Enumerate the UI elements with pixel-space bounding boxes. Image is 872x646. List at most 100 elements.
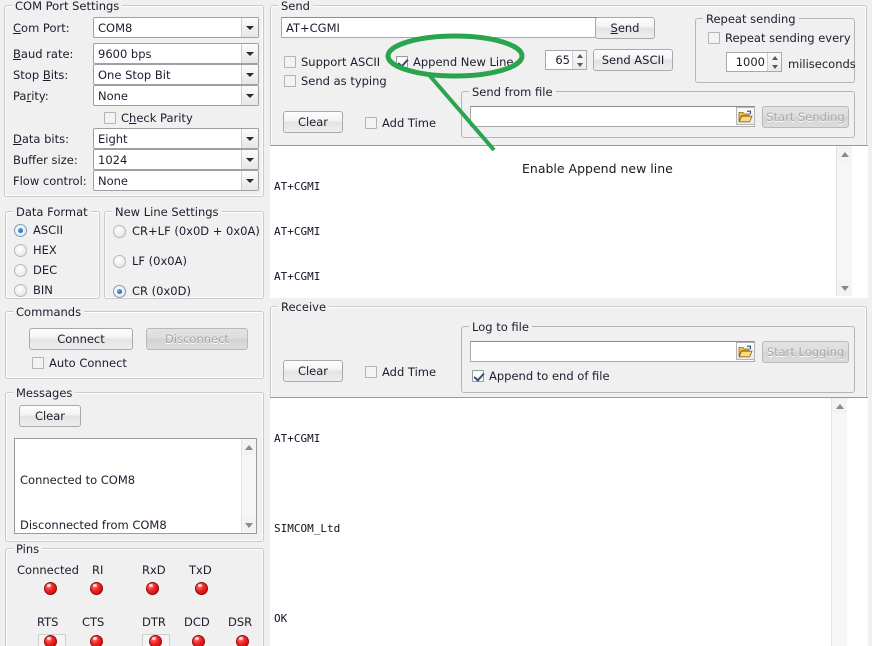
spinner-up-icon[interactable] bbox=[573, 51, 586, 60]
pin-label-dsr: DSR bbox=[228, 615, 252, 629]
send-log-line-2: AT+CGMI bbox=[274, 269, 868, 284]
receive-add-time-checkbox[interactable]: Add Time bbox=[365, 365, 436, 379]
scroll-up-icon[interactable] bbox=[832, 398, 847, 414]
disconnect-button-label: Disconnect bbox=[165, 332, 229, 346]
repeat-sending-checkbox[interactable]: Repeat sending every bbox=[708, 31, 851, 45]
auto-connect-checkbox[interactable]: Auto Connect bbox=[32, 356, 127, 370]
receive-clear-button[interactable]: Clear bbox=[283, 360, 343, 382]
repeat-interval-spinner[interactable]: 1000 bbox=[726, 52, 782, 72]
radio-bin[interactable]: BIN bbox=[14, 283, 53, 297]
chevron-down-icon[interactable] bbox=[241, 44, 258, 63]
data-bits-combobox[interactable]: Eight bbox=[93, 128, 259, 149]
receive-log-line-1 bbox=[274, 476, 868, 491]
buffer-size-combobox[interactable]: 1024 bbox=[93, 149, 259, 170]
chevron-down-icon[interactable] bbox=[241, 129, 258, 148]
baud-rate-combobox[interactable]: 9600 bps bbox=[93, 43, 259, 64]
com-port-label: Com Port: bbox=[13, 21, 70, 35]
messages-clear-button[interactable]: Clear bbox=[19, 405, 81, 427]
checkbox-box bbox=[365, 366, 377, 378]
buffer-size-value: 1024 bbox=[98, 153, 241, 167]
radio-lf[interactable]: LF (0x0A) bbox=[113, 254, 187, 268]
send-log-scrollbar[interactable] bbox=[836, 146, 852, 296]
spinner-buttons[interactable] bbox=[767, 53, 781, 71]
pin-led-cts bbox=[90, 635, 103, 646]
messages-scrollbar[interactable] bbox=[241, 439, 256, 533]
spinner-down-icon[interactable] bbox=[768, 62, 781, 71]
flow-control-value: None bbox=[98, 174, 241, 188]
new-line-settings-legend: New Line Settings bbox=[112, 205, 222, 219]
radio-cr[interactable]: CR (0x0D) bbox=[113, 284, 191, 298]
chevron-down-icon[interactable] bbox=[241, 86, 258, 105]
pin-label-rts: RTS bbox=[37, 615, 58, 629]
radio-ascii[interactable]: ASCII bbox=[14, 223, 63, 237]
folder-open-icon[interactable] bbox=[736, 342, 755, 360]
repeat-sending-legend: Repeat sending bbox=[703, 12, 799, 26]
checkbox-box bbox=[396, 56, 408, 68]
send-from-file-input[interactable] bbox=[470, 106, 755, 127]
flow-control-label: Flow control: bbox=[13, 174, 87, 188]
repeat-sending-label: Repeat sending every bbox=[725, 31, 851, 45]
chevron-down-icon[interactable] bbox=[241, 171, 258, 190]
milliseconds-label: miliseconds bbox=[788, 57, 856, 71]
receive-log-area[interactable]: AT+CGMI SIMCOM_Ltd OK AT+CGMI SIMCOM_Ltd… bbox=[270, 397, 868, 646]
flow-control-combobox[interactable]: None bbox=[93, 170, 259, 191]
start-sending-button[interactable]: Start Sending bbox=[762, 106, 849, 128]
scroll-down-icon[interactable] bbox=[242, 517, 256, 533]
chevron-down-icon[interactable] bbox=[241, 18, 258, 37]
repeat-interval-value: 1000 bbox=[727, 55, 767, 69]
serial-terminal-window: COM Port Settings Com Port: COM8 Baud ra… bbox=[0, 0, 872, 646]
log-to-file-input[interactable] bbox=[470, 341, 755, 362]
radio-cr-label: CR (0x0D) bbox=[132, 284, 191, 298]
pins-group: Pins Connected RI RxD TxD RTS CTS DTR DC… bbox=[5, 548, 264, 646]
append-new-line-checkbox[interactable]: Append New Line bbox=[396, 55, 514, 69]
support-ascii-checkbox[interactable]: Support ASCII bbox=[284, 55, 380, 69]
checkbox-box bbox=[284, 56, 296, 68]
receive-log-scrollbar[interactable] bbox=[831, 398, 847, 646]
stop-bits-value: One Stop Bit bbox=[98, 68, 241, 82]
pin-led-rts bbox=[44, 635, 57, 646]
ascii-code-spinner[interactable]: 65 bbox=[545, 50, 587, 70]
send-button[interactable]: Send bbox=[595, 17, 655, 39]
checkbox-box bbox=[32, 357, 44, 369]
send-command-value: AT+CGMI bbox=[286, 21, 340, 35]
scroll-up-icon[interactable] bbox=[837, 146, 852, 162]
pin-led-rxd bbox=[146, 582, 159, 595]
spinner-buttons[interactable] bbox=[572, 51, 586, 69]
scroll-down-icon[interactable] bbox=[837, 280, 852, 296]
radio-dec[interactable]: DEC bbox=[14, 263, 57, 277]
start-logging-button[interactable]: Start Logging bbox=[762, 341, 849, 363]
chevron-down-icon[interactable] bbox=[241, 150, 258, 169]
check-parity-checkbox[interactable]: Check Parity bbox=[104, 111, 193, 125]
pin-led-ri bbox=[90, 582, 103, 595]
pin-led-connected bbox=[44, 582, 57, 595]
radio-hex[interactable]: HEX bbox=[14, 243, 57, 257]
send-clear-button[interactable]: Clear bbox=[283, 111, 343, 133]
repeat-sending-group: Repeat sending Repeat sending every 1000… bbox=[695, 18, 855, 83]
messages-line-1: Disconnected from COM8 bbox=[20, 518, 256, 533]
folder-open-icon[interactable] bbox=[736, 107, 755, 125]
connect-button[interactable]: Connect bbox=[29, 328, 133, 350]
send-as-typing-checkbox[interactable]: Send as typing bbox=[284, 74, 387, 88]
radio-dec-label: DEC bbox=[33, 263, 57, 277]
radio-crlf[interactable]: CR+LF (0x0D + 0x0A) bbox=[113, 224, 260, 238]
disconnect-button[interactable]: Disconnect bbox=[146, 328, 248, 350]
send-legend: Send bbox=[278, 0, 313, 13]
spinner-up-icon[interactable] bbox=[768, 53, 781, 62]
parity-combobox[interactable]: None bbox=[93, 85, 259, 106]
scroll-up-icon[interactable] bbox=[242, 439, 256, 455]
chevron-down-icon[interactable] bbox=[241, 65, 258, 84]
send-from-file-legend: Send from file bbox=[469, 85, 556, 99]
ascii-code-value: 65 bbox=[546, 53, 572, 67]
spinner-down-icon[interactable] bbox=[573, 60, 586, 69]
radio-dot bbox=[14, 284, 27, 297]
stop-bits-combobox[interactable]: One Stop Bit bbox=[93, 64, 259, 85]
send-ascii-button[interactable]: Send ASCII bbox=[593, 49, 673, 71]
com-port-combobox[interactable]: COM8 bbox=[93, 17, 259, 38]
send-command-input[interactable]: AT+CGMI bbox=[281, 17, 599, 38]
pin-label-connected: Connected bbox=[17, 563, 79, 577]
checkbox-box bbox=[365, 117, 377, 129]
send-add-time-checkbox[interactable]: Add Time bbox=[365, 116, 436, 130]
baud-rate-value: 9600 bps bbox=[98, 47, 241, 61]
messages-textarea[interactable]: Connected to COM8 Disconnected from COM8 bbox=[14, 438, 257, 534]
append-to-end-checkbox[interactable]: Append to end of file bbox=[472, 369, 610, 383]
